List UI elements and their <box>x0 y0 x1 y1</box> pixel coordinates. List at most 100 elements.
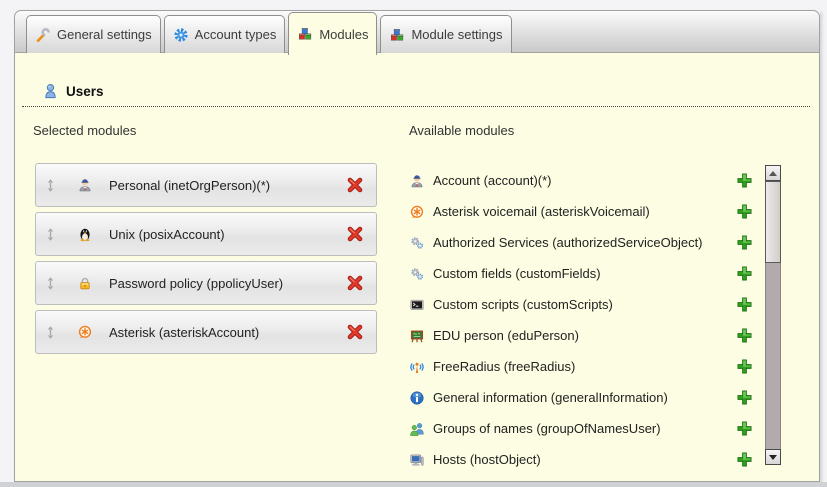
selected-module-row[interactable]: Unix (posixAccount) <box>35 212 377 256</box>
antenna-icon <box>409 359 425 375</box>
gears-icon <box>409 235 425 251</box>
selected-module-row[interactable]: Password policy (ppolicyUser) <box>35 261 377 305</box>
module-label: Hosts (hostObject) <box>433 452 728 467</box>
red-x-icon <box>346 225 364 243</box>
cubes-icon <box>297 26 313 42</box>
add-module-button[interactable] <box>736 203 753 220</box>
available-module-row: Authorized Services (authorizedServiceOb… <box>409 227 753 258</box>
terminal-icon <box>409 297 425 313</box>
padlock-icon <box>77 275 93 291</box>
module-label: Asterisk (asteriskAccount) <box>109 325 259 340</box>
remove-module-button[interactable] <box>346 274 364 292</box>
add-module-button[interactable] <box>736 296 753 313</box>
gear-icon <box>173 27 189 43</box>
green-plus-icon <box>736 420 753 437</box>
green-plus-icon <box>736 172 753 189</box>
tab-label: Module settings <box>411 27 502 42</box>
module-label: Groups of names (groupOfNamesUser) <box>433 421 728 436</box>
green-plus-icon <box>736 358 753 375</box>
selected-modules-label: Selected modules <box>33 123 136 138</box>
computer-icon <box>409 452 425 468</box>
add-module-button[interactable] <box>736 172 753 189</box>
module-label: FreeRadius (freeRadius) <box>433 359 728 374</box>
module-label: Custom fields (customFields) <box>433 266 728 281</box>
up-arrow-icon <box>769 171 777 176</box>
scrollbar-thumb[interactable] <box>765 181 781 263</box>
add-module-button[interactable] <box>736 389 753 406</box>
red-x-icon <box>346 176 364 194</box>
green-plus-icon <box>736 327 753 344</box>
drag-handle-icon[interactable] <box>46 276 55 291</box>
green-plus-icon <box>736 296 753 313</box>
add-module-button[interactable] <box>736 358 753 375</box>
chalkboard-icon <box>409 328 425 344</box>
module-label: General information (generalInformation) <box>433 390 728 405</box>
green-plus-icon <box>736 234 753 251</box>
drag-handle-icon[interactable] <box>46 325 55 340</box>
add-module-button[interactable] <box>736 420 753 437</box>
available-module-row: EDU person (eduPerson) <box>409 320 753 351</box>
drag-handle-icon[interactable] <box>46 227 55 242</box>
available-modules-label: Available modules <box>409 123 514 138</box>
available-module-row: Custom scripts (customScripts) <box>409 289 753 320</box>
available-module-row: Custom fields (customFields) <box>409 258 753 289</box>
module-label: Asterisk voicemail (asteriskVoicemail) <box>433 204 728 219</box>
account-icon <box>409 173 425 189</box>
remove-module-button[interactable] <box>346 225 364 243</box>
remove-module-button[interactable] <box>346 323 364 341</box>
tab-module-settings[interactable]: Module settings <box>380 15 511 53</box>
red-x-icon <box>346 274 364 292</box>
available-module-row: Groups of names (groupOfNamesUser) <box>409 413 753 444</box>
tab-modules[interactable]: Modules <box>288 12 377 55</box>
add-module-button[interactable] <box>736 265 753 282</box>
module-label: Unix (posixAccount) <box>109 227 225 242</box>
available-module-row: Hosts (hostObject) <box>409 444 753 475</box>
module-label: Custom scripts (customScripts) <box>433 297 728 312</box>
red-x-icon <box>346 323 364 341</box>
tab-general-settings[interactable]: General settings <box>26 15 161 53</box>
add-module-button[interactable] <box>736 327 753 344</box>
green-plus-icon <box>736 203 753 220</box>
tab-label: General settings <box>57 27 152 42</box>
down-arrow-icon <box>769 455 777 460</box>
asterisk-icon <box>77 324 93 340</box>
add-module-button[interactable] <box>736 451 753 468</box>
scrollbar-track[interactable] <box>765 181 781 449</box>
module-label: Password policy (ppolicyUser) <box>109 276 283 291</box>
tab-account-types[interactable]: Account types <box>164 15 286 53</box>
scrollbar-up-button[interactable] <box>765 165 781 181</box>
available-module-row: Asterisk voicemail (asteriskVoicemail) <box>409 196 753 227</box>
module-label: EDU person (eduPerson) <box>433 328 728 343</box>
asterisk-icon <box>409 204 425 220</box>
scrollbar-down-button[interactable] <box>765 449 781 465</box>
remove-module-button[interactable] <box>346 176 364 194</box>
info-icon <box>409 390 425 406</box>
green-plus-icon <box>736 451 753 468</box>
page-footer-strip <box>0 482 827 487</box>
tab-label: Account types <box>195 27 277 42</box>
drag-handle-icon[interactable] <box>46 178 55 193</box>
green-plus-icon <box>736 265 753 282</box>
available-module-row: FreeRadius (freeRadius) <box>409 351 753 382</box>
user-icon <box>42 83 59 100</box>
tab-label: Modules <box>319 27 368 42</box>
personal-icon <box>77 177 93 193</box>
group-icon <box>409 421 425 437</box>
cubes-icon <box>389 27 405 43</box>
wrench-icon <box>35 27 51 43</box>
available-module-row: Account (account)(*) <box>409 165 753 196</box>
config-panel: General settings Account types Modules M… <box>14 10 820 482</box>
selected-module-row[interactable]: Asterisk (asteriskAccount) <box>35 310 377 354</box>
tab-bar: General settings Account types Modules M… <box>14 10 820 53</box>
add-module-button[interactable] <box>736 234 753 251</box>
users-section-header: Users <box>22 83 810 107</box>
modules-tab-content: Users Selected modules Available modules… <box>14 53 820 482</box>
available-modules-list: Account (account)(*) Asterisk voicemail … <box>409 165 753 475</box>
available-modules-scrollbar[interactable] <box>765 165 781 465</box>
section-title: Users <box>66 84 104 99</box>
selected-module-row[interactable]: Personal (inetOrgPerson)(*) <box>35 163 377 207</box>
green-plus-icon <box>736 389 753 406</box>
available-module-row: General information (generalInformation) <box>409 382 753 413</box>
gears-icon <box>409 266 425 282</box>
module-label: Account (account)(*) <box>433 173 728 188</box>
